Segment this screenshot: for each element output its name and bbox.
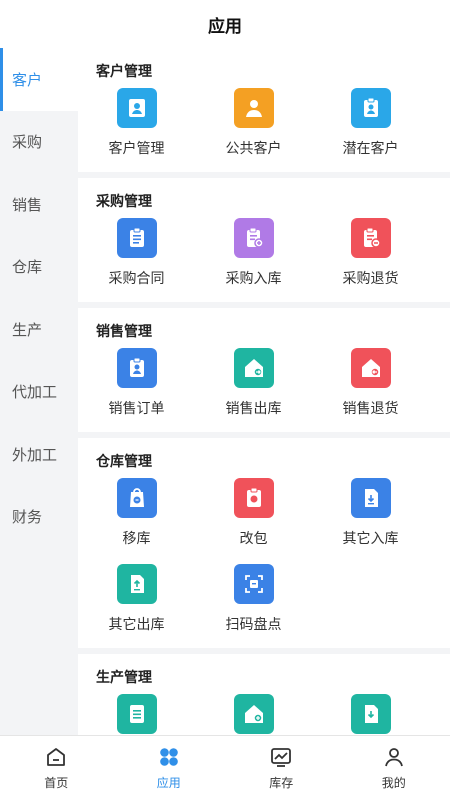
person-icon (384, 748, 403, 767)
app-label: 改包 (239, 530, 268, 546)
app-header: 应用 (0, 0, 450, 48)
tab-home[interactable]: 首页 (0, 736, 113, 800)
app-label: 采购合同 (108, 270, 165, 286)
app-production-3[interactable] (312, 686, 429, 735)
app-label: 销售出库 (225, 400, 282, 416)
house-add-icon (233, 694, 274, 734)
app-other-inbound[interactable]: 其它入库 (312, 470, 429, 556)
app-public-customer[interactable]: 公共客户 (195, 80, 312, 166)
app-label: 公共客户 (225, 140, 282, 156)
app-potential-customer[interactable]: 潜在客户 (312, 80, 429, 166)
clipboard-return-icon (350, 218, 391, 258)
app-production-2[interactable] (195, 686, 312, 735)
section-title: 生产管理 (96, 669, 152, 685)
app-label: 潜在客户 (342, 140, 399, 156)
house-return-icon (350, 348, 391, 388)
repack-icon (233, 478, 274, 518)
tab-apps[interactable]: 应用 (113, 736, 226, 800)
sidebar-item-finance[interactable]: 财务 (0, 486, 78, 549)
section-title: 销售管理 (96, 323, 152, 339)
tab-label: 库存 (269, 776, 294, 790)
contact-icon (116, 88, 157, 128)
page-title: 应用 (208, 16, 242, 36)
order-icon (116, 348, 157, 388)
sidebar-item-production[interactable]: 生产 (0, 298, 78, 361)
scan-icon (233, 564, 274, 604)
sidebar-item-oem[interactable]: 代加工 (0, 361, 78, 424)
section-production: 生产管理 (78, 654, 450, 735)
transfer-icon (116, 478, 157, 518)
category-sidebar: 客户 采购 销售 仓库 生产 代加工 外加工 财务 (0, 48, 78, 735)
tab-label: 我的 (381, 776, 406, 790)
tab-mine[interactable]: 我的 (338, 736, 450, 800)
app-grid-panel[interactable]: 客户管理 客户管理 公共客户 潜在客户 采购管理 采购合同 采购入库 采购退货 … (78, 48, 450, 735)
app-sales-outbound[interactable]: 销售出库 (195, 340, 312, 426)
sidebar-item-label: 财务 (12, 509, 43, 527)
app-label: 移库 (122, 530, 151, 546)
app-transfer[interactable]: 移库 (78, 470, 195, 556)
section-title: 仓库管理 (96, 453, 152, 469)
clipboard-user-icon (350, 88, 391, 128)
sidebar-item-label: 外加工 (12, 446, 58, 464)
app-label: 其它出库 (108, 616, 165, 632)
sidebar-item-label: 生产 (12, 321, 43, 339)
apps-icon (159, 748, 178, 766)
sidebar-item-warehouse[interactable]: 仓库 (0, 236, 78, 299)
app-label: 客户管理 (108, 140, 165, 156)
app-scan-inventory[interactable]: 扫码盘点 (195, 556, 312, 642)
app-repack[interactable]: 改包 (195, 470, 312, 556)
app-label: 销售退货 (342, 400, 399, 416)
sidebar-item-label: 客户 (12, 71, 43, 89)
app-purchase-return[interactable]: 采购退货 (312, 210, 429, 296)
tab-inventory[interactable]: 库存 (225, 736, 338, 800)
sidebar-item-customer[interactable]: 客户 (0, 48, 78, 111)
clipboard-in-icon (233, 218, 274, 258)
chart-icon (271, 748, 292, 767)
sidebar-item-label: 采购 (12, 134, 43, 152)
app-label: 销售订单 (108, 400, 165, 416)
section-purchase: 采购管理 采购合同 采购入库 采购退货 (78, 178, 450, 308)
sidebar-item-label: 代加工 (12, 384, 58, 402)
home-icon (47, 748, 66, 766)
app-production-1[interactable] (78, 686, 195, 735)
app-label: 其它入库 (342, 530, 399, 546)
app-sales-order[interactable]: 销售订单 (78, 340, 195, 426)
sidebar-item-purchase[interactable]: 采购 (0, 111, 78, 174)
user-icon (233, 88, 274, 128)
app-purchase-inbound[interactable]: 采购入库 (195, 210, 312, 296)
sidebar-item-label: 销售 (12, 196, 43, 214)
section-warehouse: 仓库管理 移库 改包 其它入库 其它出库 扫码盘点 (78, 438, 450, 654)
tab-label: 应用 (156, 776, 181, 790)
house-out-icon (233, 348, 274, 388)
app-sales-return[interactable]: 销售退货 (312, 340, 429, 426)
section-title: 客户管理 (96, 63, 152, 79)
app-label: 扫码盘点 (225, 616, 282, 632)
app-purchase-contract[interactable]: 采购合同 (78, 210, 195, 296)
doc-out-icon (116, 564, 157, 604)
section-customer: 客户管理 客户管理 公共客户 潜在客户 (78, 48, 450, 178)
sidebar-item-sales[interactable]: 销售 (0, 173, 78, 236)
section-sales: 销售管理 销售订单 销售出库 销售退货 (78, 308, 450, 438)
list-doc-icon (116, 694, 157, 734)
tab-label: 首页 (44, 776, 69, 790)
sidebar-item-outsourcing[interactable]: 外加工 (0, 423, 78, 486)
app-customer-management[interactable]: 客户管理 (78, 80, 195, 166)
app-other-outbound[interactable]: 其它出库 (78, 556, 195, 642)
app-label: 采购退货 (342, 270, 399, 286)
app-label: 采购入库 (225, 270, 282, 286)
section-title: 采购管理 (96, 193, 152, 209)
bottom-tab-bar: 首页 应用 库存 我的 (0, 735, 450, 800)
doc-in-icon (350, 478, 391, 518)
contract-icon (116, 218, 157, 258)
doc-down-icon (350, 694, 391, 734)
sidebar-item-label: 仓库 (12, 259, 43, 277)
